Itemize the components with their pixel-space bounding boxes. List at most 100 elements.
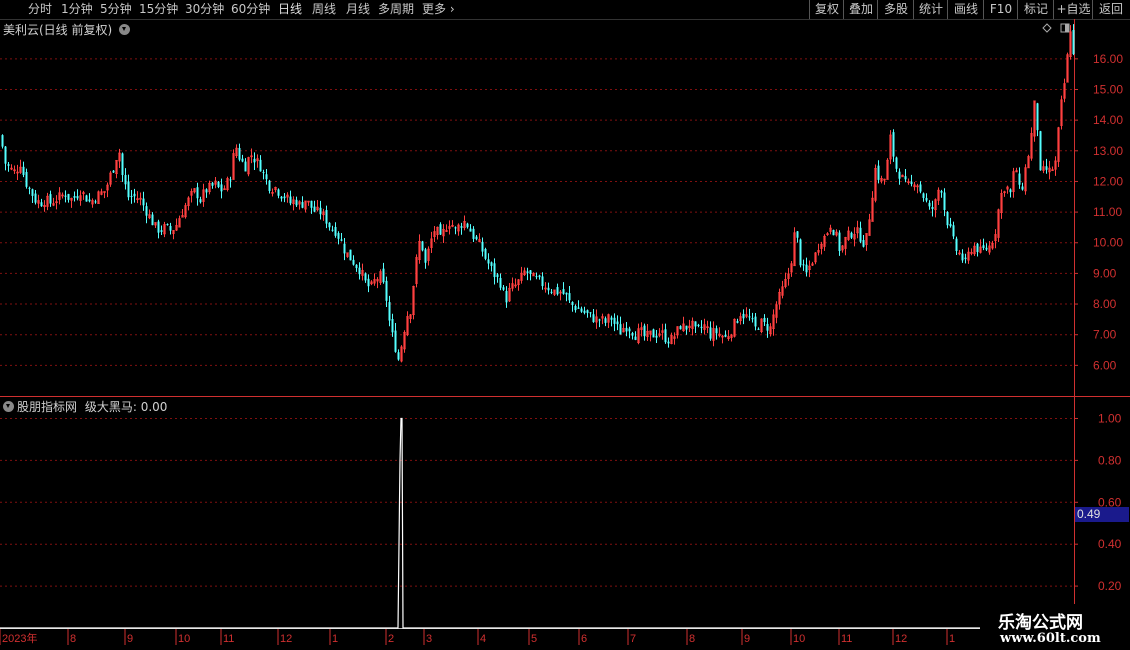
candle-body	[919, 184, 922, 192]
candle-body	[358, 267, 361, 275]
candle-body	[583, 310, 586, 313]
candle-body	[73, 196, 76, 198]
candle-body	[364, 273, 367, 281]
indicator-tick-label: 1.00	[1098, 411, 1122, 425]
indicator-line	[0, 417, 1074, 629]
candle-body	[337, 233, 340, 239]
candle-body	[550, 291, 553, 293]
candle-body	[259, 159, 262, 172]
date-tick-label: 4	[480, 633, 486, 645]
candle-body	[628, 328, 631, 332]
candle-body	[496, 274, 499, 278]
candle-body	[742, 313, 745, 319]
candle-body	[571, 301, 574, 306]
candle-body	[283, 196, 286, 199]
candle-body	[319, 207, 322, 215]
candle-body	[1039, 131, 1042, 171]
candle-body	[352, 259, 355, 265]
candle-body	[301, 202, 304, 208]
date-tick-label: 5	[531, 633, 537, 645]
candle-body	[289, 196, 292, 204]
candle-body	[397, 352, 400, 360]
candle-body	[133, 193, 136, 197]
candle-body	[898, 171, 901, 179]
candle-body	[1072, 30, 1075, 55]
candle-body	[472, 228, 475, 239]
candle-body	[859, 227, 862, 242]
candle-body	[796, 231, 799, 238]
watermark: 乐淘公式网 www.60lt.com	[980, 604, 1130, 650]
candle-body	[313, 206, 316, 212]
candle-body	[328, 222, 331, 228]
candle-body	[955, 238, 958, 251]
candle-body	[340, 239, 343, 241]
candle-body	[343, 243, 346, 254]
candle-body	[355, 264, 358, 269]
candle-body	[385, 280, 388, 301]
candle-body	[229, 179, 232, 181]
candle-body	[94, 201, 97, 203]
candle-body	[667, 341, 670, 344]
candle-body	[475, 236, 478, 240]
candle-body	[349, 249, 352, 261]
date-tick-label: 1	[949, 633, 955, 645]
candle-body	[199, 199, 202, 203]
candle-body	[157, 221, 160, 233]
candle-body	[724, 334, 727, 337]
candle-body	[265, 174, 268, 180]
candle-body	[556, 287, 559, 295]
candle-body	[142, 198, 145, 206]
candle-body	[700, 326, 703, 328]
candle-body	[124, 175, 127, 185]
candle-body	[325, 210, 328, 224]
candle-body	[838, 232, 841, 251]
candle-body	[877, 165, 880, 180]
date-tick-label: 8	[689, 633, 695, 645]
candle-body	[985, 247, 988, 250]
candle-body	[220, 184, 223, 192]
price-tick-label: 6.00	[1093, 358, 1117, 372]
candle-body	[541, 276, 544, 287]
candle-body	[964, 257, 967, 259]
candle-body	[469, 228, 472, 232]
indicator-tick-label: 0.80	[1098, 453, 1122, 467]
date-tick-label: 2023年	[2, 631, 37, 645]
candle-body	[631, 333, 634, 336]
candle-body	[130, 195, 133, 197]
date-tick-label: 12	[895, 633, 907, 645]
candle-body	[490, 262, 493, 266]
candle-body	[592, 314, 595, 323]
candle-body	[487, 259, 490, 264]
date-tick-label: 10	[178, 633, 190, 645]
candle-body	[367, 278, 370, 287]
candle-body	[952, 225, 955, 237]
candle-body	[895, 157, 898, 169]
date-tick-label: 11	[223, 633, 234, 645]
candle-body	[493, 263, 496, 278]
candle-body	[1045, 166, 1048, 170]
candle-body	[421, 241, 424, 251]
candle-body	[169, 225, 172, 231]
candle-body	[280, 196, 283, 199]
candle-body	[22, 166, 25, 175]
candle-body	[580, 308, 583, 312]
candle-body	[610, 317, 613, 320]
price-tick-label: 11.00	[1093, 205, 1122, 219]
candle-body	[166, 224, 169, 226]
candle-body	[382, 268, 385, 283]
candle-body	[538, 275, 541, 278]
candle-body	[940, 191, 943, 193]
date-tick-label: 7	[630, 633, 636, 645]
chart-canvas[interactable]: 16.0015.0014.0013.0012.0011.0010.009.008…	[0, 0, 1130, 650]
candle-body	[931, 206, 934, 209]
price-tick-label: 13.00	[1093, 144, 1123, 158]
candle-body	[598, 319, 601, 321]
candle-body	[832, 229, 835, 236]
candle-body	[217, 181, 220, 188]
candle-body	[715, 328, 718, 334]
candle-body	[121, 153, 124, 176]
date-tick-label: 12	[280, 633, 292, 645]
candle-body	[64, 195, 67, 197]
candle-body	[499, 277, 502, 288]
candle-body	[196, 187, 199, 199]
